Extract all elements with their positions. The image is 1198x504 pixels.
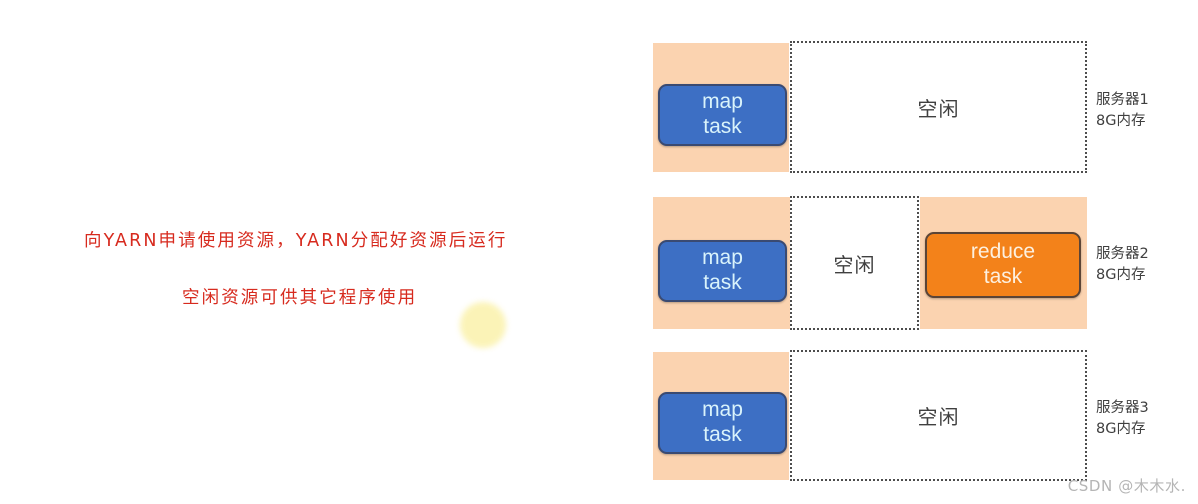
server2-map-task-label-bottom: task	[703, 271, 742, 294]
annotation-line-2: 空闲资源可供其它程序使用	[182, 288, 418, 308]
server3-name: 服务器3	[1096, 400, 1149, 416]
server1-name: 服务器1	[1096, 92, 1149, 108]
server1-map-task[interactable]: map task	[658, 84, 787, 146]
server2-reduce-task-label-top: reduce	[970, 240, 1036, 264]
server2-map-task[interactable]: map task	[658, 240, 787, 302]
server3-idle-label: 空闲	[917, 405, 960, 429]
server1-idle-segment: 空闲	[790, 41, 1087, 173]
server2-label: 服务器2 8G内存	[1096, 244, 1149, 286]
server3-label: 服务器3 8G内存	[1096, 398, 1149, 440]
server2-idle-segment: 空闲	[790, 196, 919, 330]
server1-map-task-label-bottom: task	[703, 115, 742, 138]
server3-map-task-label-top: map	[702, 398, 743, 422]
server2-reduce-task[interactable]: reduce task	[925, 232, 1081, 298]
server2-reduce-task-label-bottom: task	[983, 265, 1023, 288]
server-row-3: 空闲 map task	[653, 350, 1087, 481]
server3-memory: 8G内存	[1096, 421, 1146, 438]
diagram-canvas: 向YARN申请使用资源，YARN分配好资源后运行 空闲资源可供其它程序使用 空闲…	[0, 0, 1198, 504]
server1-map-task-label-top: map	[702, 90, 743, 114]
server3-idle-segment: 空闲	[790, 350, 1087, 481]
yellow-highlight-dot	[460, 302, 506, 348]
annotation-line-1: 向YARN申请使用资源，YARN分配好资源后运行	[84, 231, 508, 251]
server-row-2: 空闲 map task reduce task	[653, 196, 1087, 330]
server2-name: 服务器2	[1096, 246, 1149, 262]
csdn-watermark: CSDN @木木水.	[1067, 477, 1186, 495]
server3-map-task[interactable]: map task	[658, 392, 787, 454]
server1-label: 服务器1 8G内存	[1096, 90, 1149, 132]
server2-idle-label: 空闲	[833, 252, 876, 277]
server2-map-task-label-top: map	[702, 246, 743, 270]
server3-map-task-label-bottom: task	[703, 423, 742, 446]
server2-memory: 8G内存	[1096, 267, 1146, 284]
server-row-1: 空闲 map task	[653, 41, 1087, 173]
server1-idle-label: 空闲	[917, 96, 960, 121]
server1-memory: 8G内存	[1096, 113, 1146, 130]
